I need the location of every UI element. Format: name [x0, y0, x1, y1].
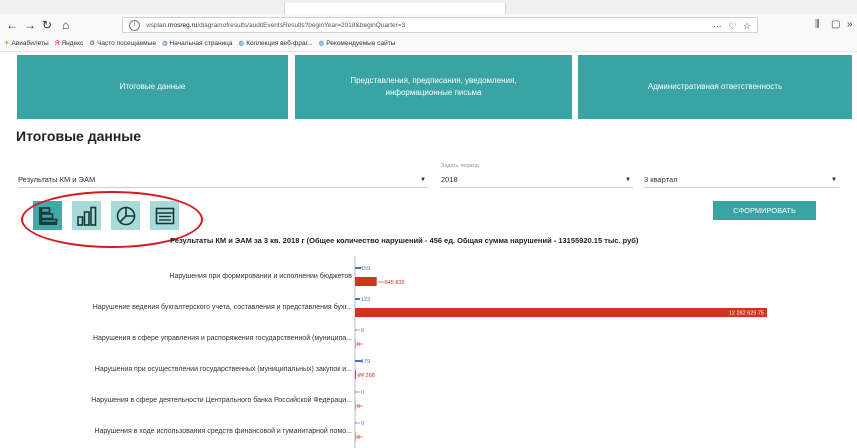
globe-icon: ◍	[161, 40, 168, 47]
bookmark-label: Часто посещаемые	[97, 40, 156, 47]
back-arrow-icon[interactable]: ←	[6, 17, 18, 33]
tab-label: Итоговые данные	[119, 82, 186, 91]
url-actions: ··· ♡ ☆	[713, 18, 751, 32]
sum-value-label: 0	[357, 404, 360, 410]
chart-title: Результаты КМ и ЭАМ за 3 кв. 2018 г (Общ…	[170, 236, 639, 245]
url-domain: mosreg.ru	[168, 22, 198, 29]
sum-value-label: 12 282 629.75	[729, 311, 764, 317]
bookmark-item[interactable]: ⚙ Часто посещаемые	[89, 36, 156, 51]
sum-value-label: 27 268	[358, 373, 375, 379]
bookmarks-bar: ✈ Авиабилеты Я Яндекс ⚙ Часто посещаемые ◍ Нача…	[0, 36, 857, 52]
yandex-icon: Я	[54, 40, 60, 47]
plane-icon: ✈	[4, 40, 10, 47]
tab-administrativnaya-otvetstvennost[interactable]: Административная ответственность	[578, 55, 852, 119]
year-select-value: 2018	[441, 175, 458, 184]
sidebar-icon[interactable]: ▢	[831, 17, 840, 33]
forward-arrow-icon[interactable]: →	[24, 17, 36, 33]
pocket-icon[interactable]: ♡	[728, 21, 736, 31]
form-report-button[interactable]: СФОРМИРОВАТЬ	[713, 201, 816, 220]
reload-icon[interactable]: ↻	[42, 17, 52, 33]
bookmark-star-icon[interactable]: ☆	[743, 21, 751, 31]
bookmark-label: Яндекс	[61, 40, 84, 47]
page-title: Итоговые данные	[16, 128, 142, 144]
bookmark-label: Коллекция веб-фраг...	[246, 40, 313, 47]
count-value-label: 0	[361, 421, 364, 427]
bookmark-item[interactable]: Я Яндекс	[55, 36, 84, 51]
category-label: Нарушения в ходе использования средств ф…	[94, 427, 352, 435]
gear-icon: ⚙	[89, 40, 96, 47]
chevron-down-icon: ▼	[831, 177, 837, 183]
category-label: Нарушения при осуществлении государствен…	[95, 366, 352, 373]
results-bar-chart: Нарушения при формировании и исполнении …	[91, 256, 767, 448]
section-tabs: Итоговые данные Представления, предписан…	[17, 55, 852, 119]
sum-value-label: 645 835	[385, 280, 405, 286]
chevron-down-icon: ▼	[625, 177, 631, 183]
globe-icon: ◍	[318, 40, 325, 47]
chevron-down-icon: ▼	[420, 177, 426, 183]
sum-bar	[355, 339, 356, 348]
home-icon[interactable]: ⌂	[62, 17, 69, 33]
report-select-value: Результаты КМ и ЭАМ	[18, 175, 96, 184]
count-value-label: 159	[361, 266, 370, 272]
browser-tab-strip	[0, 0, 857, 14]
count-value-label: 0	[361, 390, 364, 396]
bookmark-item[interactable]: ◍ Рекомендуемые сайты	[319, 36, 396, 51]
sum-bar	[355, 370, 356, 379]
browser-toolbar: ← → ↻ ⌂ i visplan.mosreg.ru/diagramofresu…	[0, 14, 857, 37]
period-hint: Задать период	[441, 163, 479, 169]
url-path: /diagramofresults/auditEventsResults?beg…	[197, 22, 406, 29]
category-label: Нарушения при формировании и исполнении …	[169, 272, 352, 280]
tab-itogovye-dannye[interactable]: Итоговые данные	[17, 55, 288, 119]
bookmark-item[interactable]: ◍ Начальная страница	[162, 36, 233, 51]
bookmark-label: Авиабилеты	[11, 40, 49, 47]
overflow-menu-icon[interactable]: »	[847, 17, 853, 33]
active-browser-tab[interactable]	[284, 3, 506, 14]
category-label: Нарушения в сфере управления и распоряже…	[93, 334, 352, 342]
url-prefix: visplan.	[146, 22, 169, 29]
bookmark-label: Начальная страница	[169, 40, 233, 47]
bookmark-item[interactable]: ◍ Коллекция веб-фраг...	[239, 36, 313, 51]
tab-predstavleniya[interactable]: Представления, предписания, уведомления,…	[295, 55, 572, 119]
sum-bar	[355, 432, 356, 441]
sum-bar	[355, 308, 767, 317]
library-icon[interactable]: ⫼	[815, 17, 820, 33]
count-value-label: 123	[361, 297, 370, 303]
quarter-select[interactable]: 3 квартал ▼	[644, 173, 839, 188]
quarter-select-value: 3 квартал	[644, 175, 678, 184]
sum-value-label: 0	[357, 435, 360, 441]
category-label: Нарушение ведения бухгалтерского учета, …	[93, 303, 352, 311]
sum-value-label: 0	[357, 342, 360, 348]
category-label: Нарушения в сфере деятельности Центральн…	[91, 396, 352, 404]
globe-icon: ◍	[238, 40, 245, 47]
sum-bar	[355, 401, 356, 410]
count-value-label: 179	[361, 359, 370, 365]
sum-bar	[355, 277, 377, 286]
url-field[interactable]: i visplan.mosreg.ru/diagramofresults/audi…	[122, 17, 758, 33]
page-actions-icon[interactable]: ···	[713, 21, 722, 31]
tab-label: Административная ответственность	[647, 82, 783, 91]
bookmark-item[interactable]: ✈ Авиабилеты	[4, 36, 49, 51]
count-value-label: 6	[361, 328, 364, 334]
bookmark-label: Рекомендуемые сайты	[326, 40, 396, 47]
report-select[interactable]: Результаты КМ и ЭАМ ▼	[18, 173, 428, 188]
tab-label: Представления, предписания, уведомления,…	[350, 76, 517, 97]
year-select[interactable]: 2018 ▼	[441, 173, 633, 188]
info-icon[interactable]: i	[129, 19, 140, 31]
